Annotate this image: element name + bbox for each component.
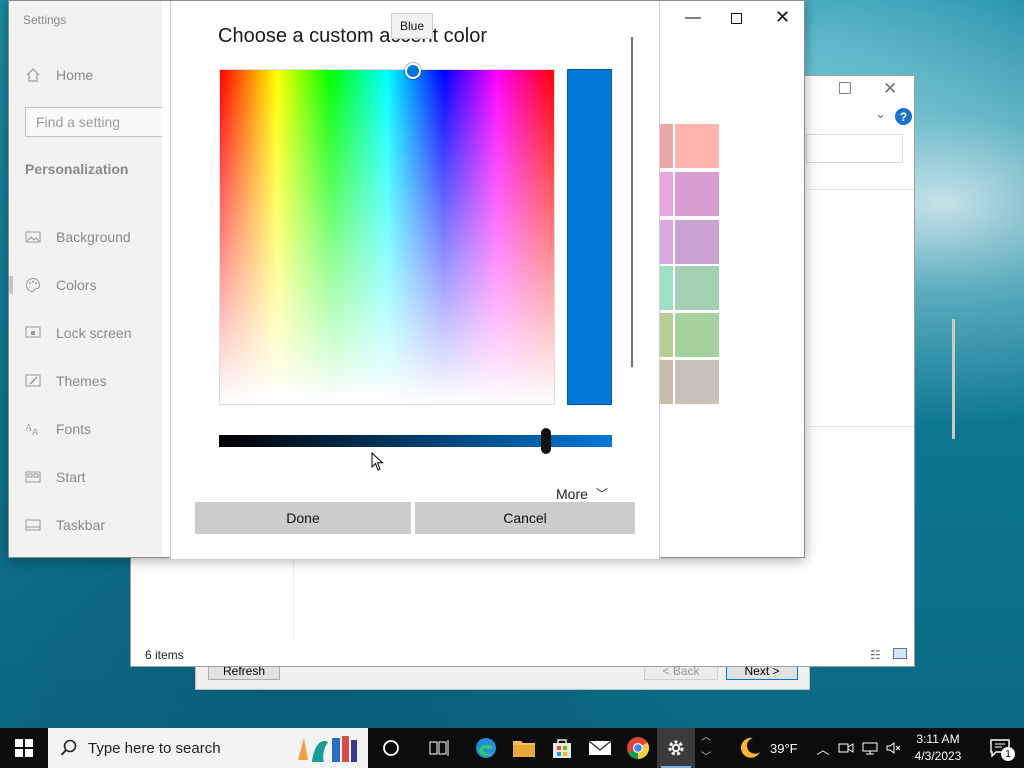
store-icon[interactable] [543,728,581,768]
chevron-down-icon: ﹀ [595,487,608,501]
more-label: More [556,485,588,502]
close-icon[interactable]: ✕ [775,7,790,28]
explorer-search-input[interactable] [806,134,903,163]
help-icon[interactable]: ? [895,108,912,125]
nav-item-background[interactable]: Background [9,213,162,261]
large-icons-view-icon[interactable] [893,648,907,659]
nav-item-themes[interactable]: Themes [9,357,162,405]
settings-sidebar: Settings Home Find a setting Personaliza… [9,1,175,557]
font-icon: AA [25,423,38,437]
cortana-icon[interactable] [372,728,410,768]
gear-icon [668,740,684,756]
color-spectrum-picker[interactable] [219,63,555,405]
more-button[interactable]: More ﹀ [556,485,608,502]
search-icon [60,739,77,756]
edge-icon[interactable] [467,728,505,768]
brightness-slider-thumb[interactable] [541,428,551,454]
app-title: Settings [23,13,67,27]
nav-item-label: Taskbar [56,517,106,533]
temperature: 39°F [770,740,798,756]
nav-item-fonts[interactable]: AA Fonts [9,405,162,453]
nav-item-label: Background [56,229,131,245]
nav-item-colors[interactable]: Colors [9,261,162,309]
accent-swatch[interactable] [675,172,719,216]
divider [806,426,914,427]
nav-home[interactable]: Home [25,67,93,83]
chrome-icon[interactable] [619,728,657,768]
section-label: Personalization [25,161,129,177]
mail-icon[interactable] [581,728,619,768]
search-highlight-illustration [298,736,357,762]
start-button[interactable] [0,728,48,768]
settings-taskbar-icon[interactable] [657,728,695,768]
weather-widget[interactable]: 39°F [738,728,798,768]
dialog-title: Choose a custom accent color [218,25,488,47]
volume-muted-icon[interactable] [884,728,904,768]
file-explorer-icon[interactable] [505,728,543,768]
pane-divider [293,559,294,641]
cancel-button[interactable]: Cancel [415,502,635,534]
details-view-icon[interactable]: ☷ [870,648,881,662]
nav-item-label: Start [56,469,86,485]
lock-screen-icon [25,326,41,338]
spectrum-handle[interactable] [405,63,421,79]
custom-color-dialog: Choose a custom accent color Blue More ﹀… [170,1,660,559]
network-icon[interactable] [860,728,880,768]
chevron-down-icon[interactable]: ⌄ [875,106,886,122]
nav-item-label: Colors [56,277,97,293]
meet-now-icon[interactable] [836,728,856,768]
divider [806,189,914,190]
home-icon [26,68,40,82]
close-icon[interactable]: ✕ [883,79,897,99]
nav-item-taskbar[interactable]: Taskbar [9,501,162,549]
show-hidden-icons-icon[interactable]: ︿ [814,728,832,768]
nav-home-label: Home [56,67,94,83]
accent-swatch[interactable] [675,266,719,310]
color-preview-swatch [567,69,612,405]
image-icon [25,231,41,243]
clock-date: 4/3/2023 [914,749,962,763]
nav-item-start[interactable]: Start [9,453,162,501]
task-view-icon[interactable] [420,728,458,768]
start-icon [25,471,41,483]
svg-text:A: A [32,427,38,437]
accent-swatch[interactable] [675,220,719,264]
clock-time: 3:11 AM [916,732,960,746]
palette-icon [26,277,41,293]
action-center-button[interactable]: 1 [980,728,1020,768]
brightness-slider[interactable] [219,428,612,454]
find-setting-input[interactable]: Find a setting [25,107,175,137]
system-clock[interactable]: 3:11 AM 4/3/2023 [906,731,970,765]
dialog-scrollbar[interactable] [631,37,633,367]
maximize-icon[interactable] [731,13,742,24]
taskbar-search-box[interactable]: Type here to search [48,728,368,768]
nav-item-lock-screen[interactable]: Lock screen [9,309,162,357]
taskbar: Type here to search ︿ ﹀ 39°F ︿ 3:11 AM 4… [0,728,1024,768]
color-name-tooltip: Blue [391,13,434,39]
taskbar-search-placeholder: Type here to search [88,739,221,757]
nav-list: Background Colors Lock screen Themes AA … [9,213,162,549]
windows-logo-icon [15,739,33,757]
taskbar-icon [25,519,41,531]
brush-icon [25,374,41,387]
status-item-count: 6 items [145,648,184,662]
maximize-icon[interactable] [839,82,851,94]
nav-item-label: Lock screen [56,325,132,341]
nav-item-label: Fonts [56,421,92,437]
mouse-cursor-icon [371,452,384,471]
notification-badge: 1 [1001,747,1015,761]
moon-icon [740,737,760,758]
taskbar-scroll-arrows[interactable]: ︿ ﹀ [697,728,715,768]
accent-swatch[interactable] [675,360,719,404]
accent-swatch[interactable] [675,124,719,168]
done-button[interactable]: Done [195,502,411,534]
accent-swatch[interactable] [675,313,719,357]
page-scrollbar[interactable] [952,319,955,439]
settings-window: Settings Home Find a setting Personaliza… [8,0,955,559]
nav-item-label: Themes [56,373,107,389]
minimize-icon[interactable]: — [685,9,701,27]
